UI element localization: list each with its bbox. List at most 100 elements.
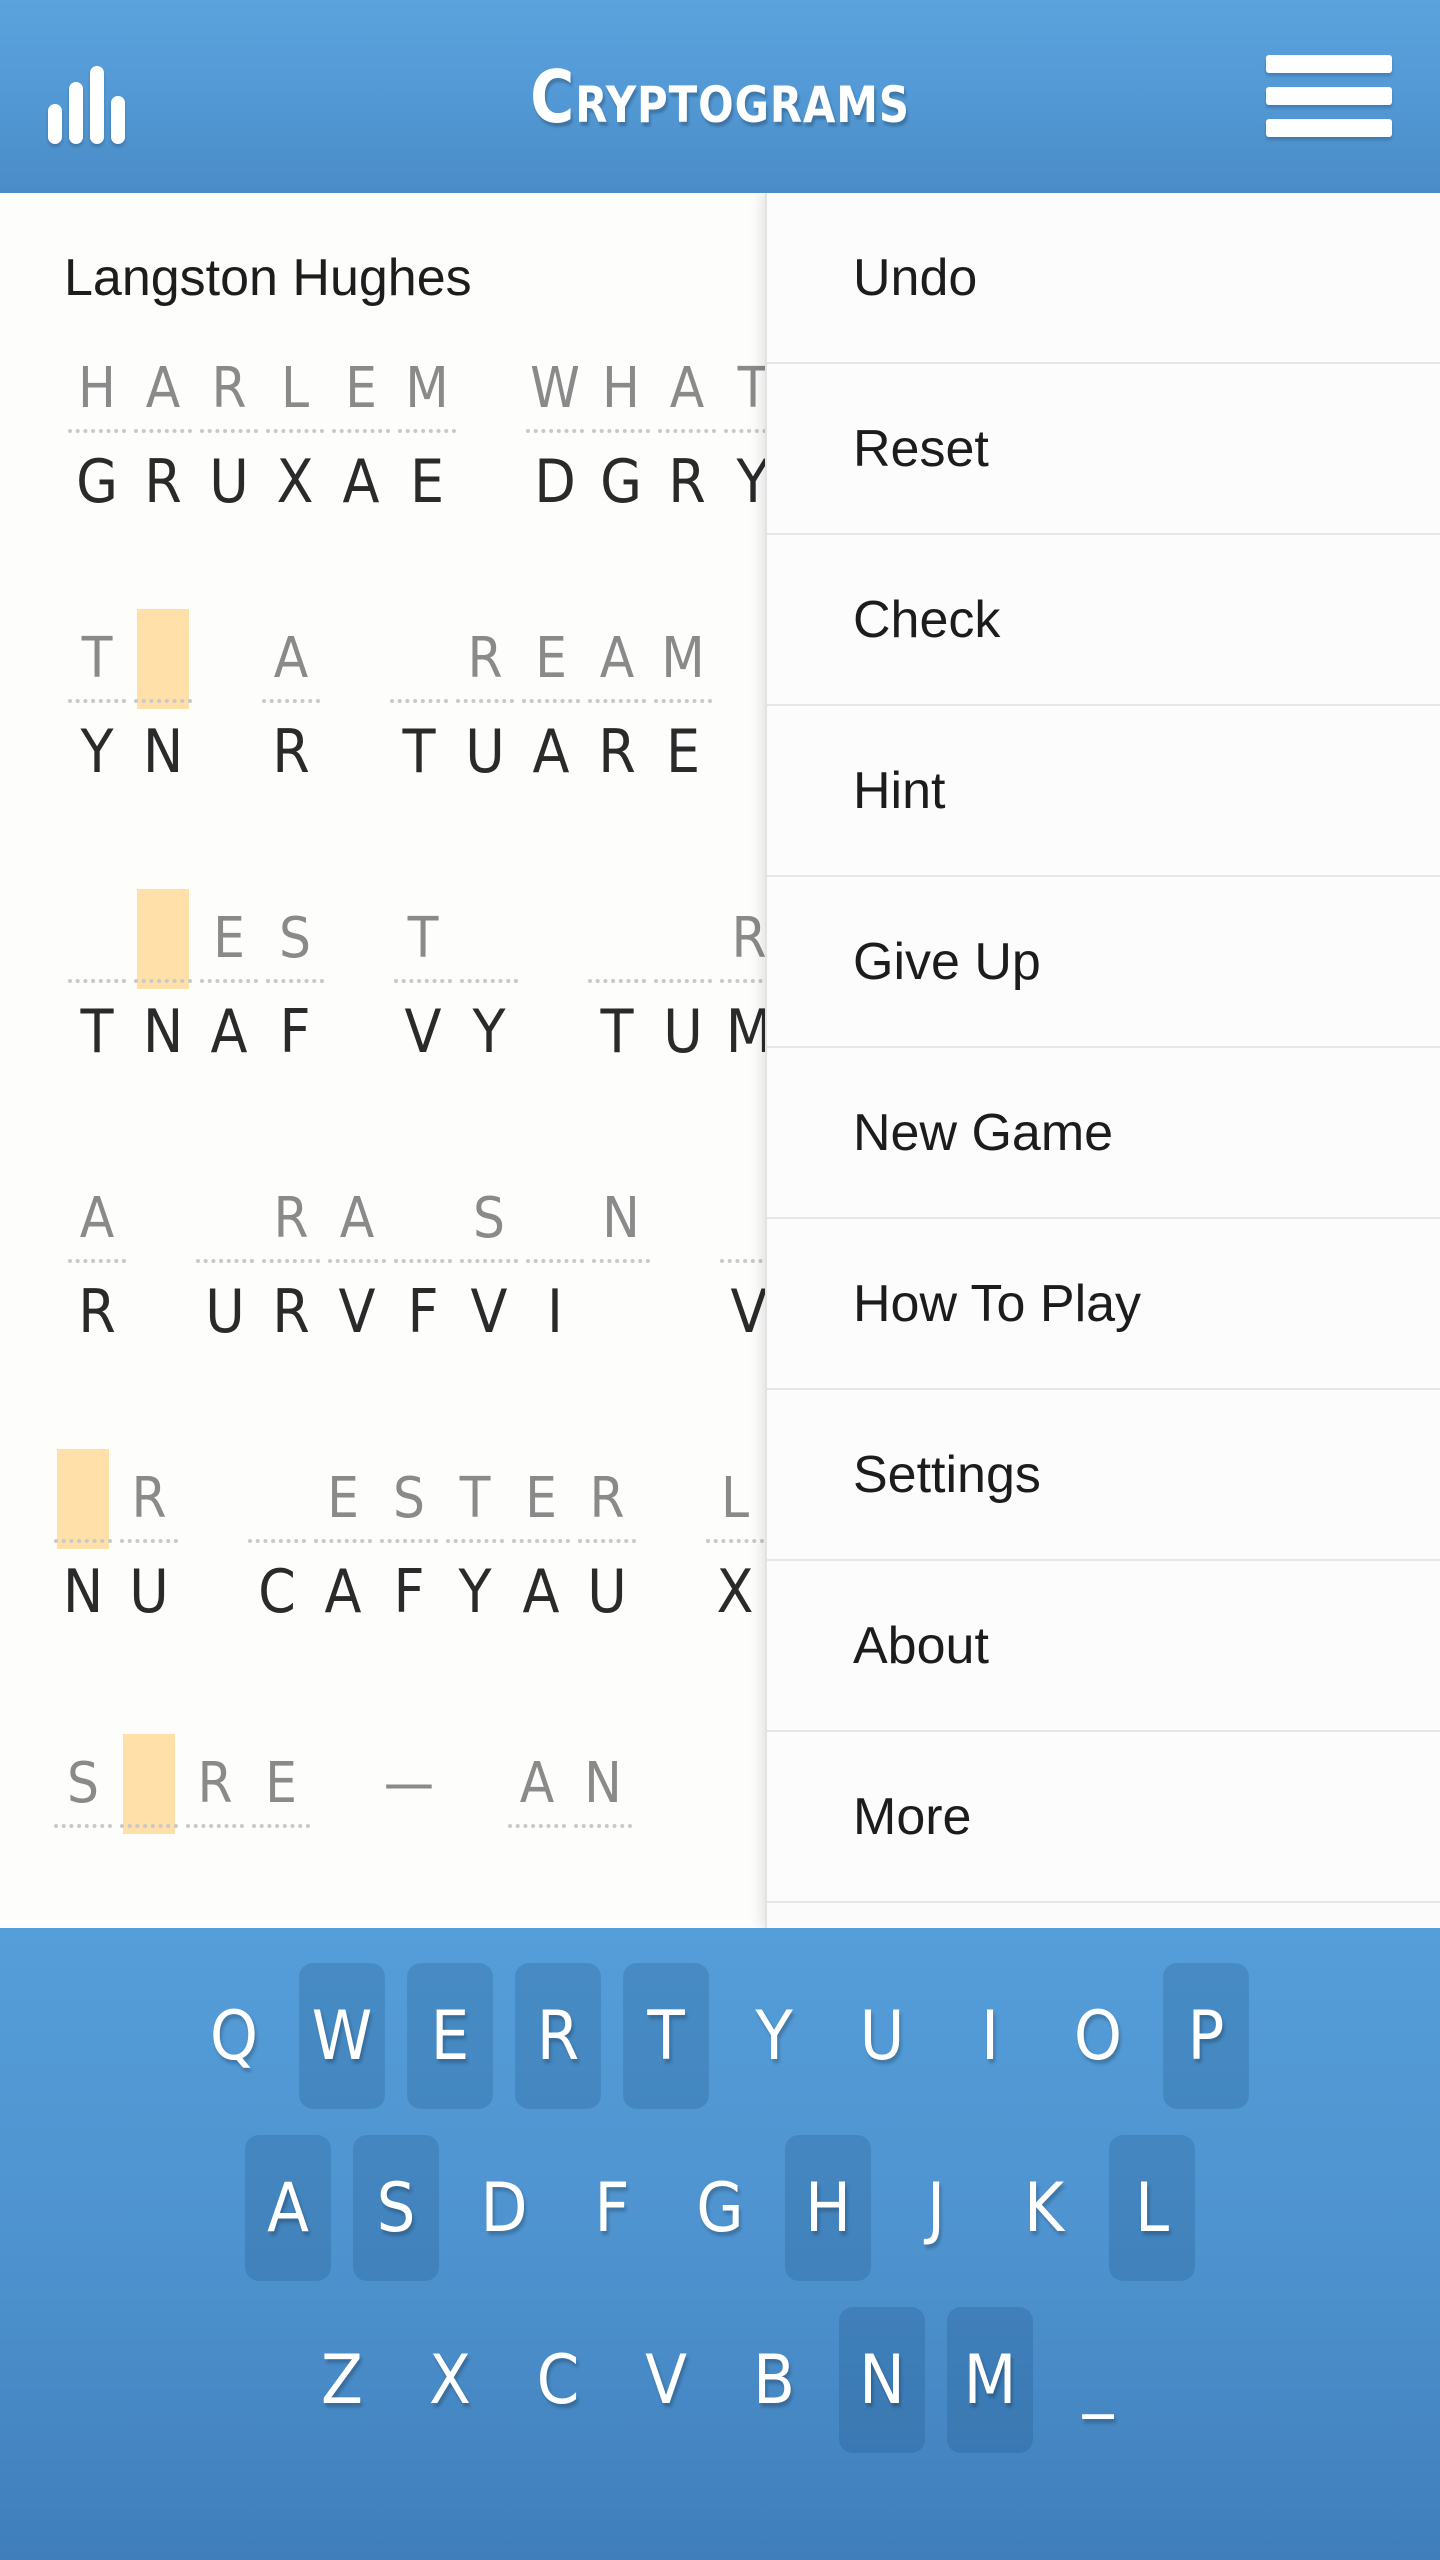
- key-z[interactable]: Z: [299, 2307, 385, 2453]
- key-k[interactable]: K: [1001, 2135, 1087, 2281]
- key-a[interactable]: A: [245, 2135, 331, 2281]
- menu-item-check[interactable]: Check: [767, 535, 1440, 706]
- puzzle-punctuation-cell: —: [376, 1748, 442, 1915]
- puzzle-letter-cell[interactable]: SF: [376, 1463, 442, 1631]
- key-p[interactable]: P: [1163, 1963, 1249, 2109]
- key-b[interactable]: B: [731, 2307, 817, 2453]
- puzzle-letter-cell[interactable]: RU: [116, 1463, 182, 1631]
- key-r[interactable]: R: [515, 1963, 601, 2109]
- puzzle-letter-cell[interactable]: AR: [130, 353, 196, 521]
- puzzle-letter-cell[interactable]: RR: [258, 1183, 324, 1351]
- puzzle-letter-cell[interactable]: LX: [702, 1463, 768, 1631]
- hamburger-menu-icon[interactable]: [1266, 55, 1392, 137]
- key-g[interactable]: G: [677, 2135, 763, 2281]
- menu-item-settings[interactable]: Settings: [767, 1390, 1440, 1561]
- puzzle-letter-cell[interactable]: T: [386, 623, 452, 791]
- puzzle-letter-cell[interactable]: RU: [196, 353, 262, 521]
- plaintext-letter: N: [588, 1183, 654, 1255]
- plaintext-letter: H: [64, 353, 130, 425]
- puzzle-letter-cell[interactable]: TV: [390, 903, 456, 1071]
- puzzle-letter-cell[interactable]: EA: [310, 1463, 376, 1631]
- puzzle-letter-cell[interactable]: AR: [64, 1183, 130, 1351]
- key-f[interactable]: F: [569, 2135, 655, 2281]
- menu-item-label: More: [853, 1787, 971, 1847]
- key-t[interactable]: T: [623, 1963, 709, 2109]
- key-v[interactable]: V: [623, 2307, 709, 2453]
- puzzle-letter-cell[interactable]: N: [130, 623, 196, 791]
- puzzle-letter-cell[interactable]: EA: [518, 623, 584, 791]
- menu-item-undo[interactable]: Undo: [767, 193, 1440, 364]
- puzzle-letter-cell[interactable]: ME: [394, 353, 460, 521]
- options-menu-panel[interactable]: UndoResetCheckHintGive UpNew GameHow To …: [765, 193, 1440, 1928]
- menu-item-give-up[interactable]: Give Up: [767, 877, 1440, 1048]
- puzzle-letter-cell[interactable]: S: [50, 1748, 116, 1916]
- puzzle-letter-cell[interactable]: AR: [258, 623, 324, 791]
- key-space[interactable]: _: [1055, 2307, 1141, 2453]
- puzzle-letter-cell[interactable]: N: [50, 1463, 116, 1631]
- plaintext-letter: [522, 1183, 588, 1255]
- ciphertext-letter: R: [130, 443, 196, 521]
- puzzle-letter-cell[interactable]: [116, 1748, 182, 1916]
- ciphertext-letter: N: [130, 993, 196, 1071]
- key-e[interactable]: E: [407, 1963, 493, 2109]
- key-x[interactable]: X: [407, 2307, 493, 2453]
- puzzle-letter-cell[interactable]: TY: [442, 1463, 508, 1631]
- puzzle-letter-cell[interactable]: HG: [588, 353, 654, 521]
- ciphertext-letter: T: [584, 993, 650, 1071]
- puzzle-letter-cell[interactable]: WD: [522, 353, 588, 521]
- menu-item-reset[interactable]: Reset: [767, 364, 1440, 535]
- puzzle-letter-cell[interactable]: ME: [650, 623, 716, 791]
- menu-item-more[interactable]: More: [767, 1732, 1440, 1903]
- puzzle-letter-cell[interactable]: U: [650, 903, 716, 1071]
- puzzle-letter-cell[interactable]: U: [192, 1183, 258, 1351]
- key-s[interactable]: S: [353, 2135, 439, 2281]
- key-h[interactable]: H: [785, 2135, 871, 2281]
- key-w[interactable]: W: [299, 1963, 385, 2109]
- puzzle-letter-cell[interactable]: RU: [574, 1463, 640, 1631]
- puzzle-letter-cell[interactable]: HG: [64, 353, 130, 521]
- puzzle-letter-cell[interactable]: N: [570, 1748, 636, 1916]
- puzzle-letter-cell[interactable]: N: [130, 903, 196, 1071]
- puzzle-letter-cell[interactable]: LX: [262, 353, 328, 521]
- puzzle-letter-cell[interactable]: I: [522, 1183, 588, 1351]
- puzzle-letter-cell[interactable]: AR: [584, 623, 650, 791]
- key-u[interactable]: U: [839, 1963, 925, 2109]
- key-c[interactable]: C: [515, 2307, 601, 2453]
- puzzle-letter-cell[interactable]: EA: [328, 353, 394, 521]
- menu-item-about[interactable]: About: [767, 1561, 1440, 1732]
- puzzle-letter-cell[interactable]: EA: [196, 903, 262, 1071]
- puzzle-letter-cell[interactable]: TY: [64, 623, 130, 791]
- key-j[interactable]: J: [893, 2135, 979, 2281]
- puzzle-letter-cell[interactable]: E: [248, 1748, 314, 1916]
- puzzle-letter-cell[interactable]: Y: [456, 903, 522, 1071]
- on-screen-keyboard[interactable]: QWERTYUIOP ASDFGHJKL ZXCVBNM_: [0, 1928, 1440, 2560]
- puzzle-letter-cell[interactable]: AV: [324, 1183, 390, 1351]
- menu-item-hint[interactable]: Hint: [767, 706, 1440, 877]
- key-n[interactable]: N: [839, 2307, 925, 2453]
- ciphertext-letter: [116, 1838, 182, 1916]
- puzzle-letter-cell[interactable]: AR: [654, 353, 720, 521]
- menu-item-how-to-play[interactable]: How To Play: [767, 1219, 1440, 1390]
- menu-item-new-game[interactable]: New Game: [767, 1048, 1440, 1219]
- puzzle-letter-cell[interactable]: SF: [262, 903, 328, 1071]
- puzzle-letter-cell[interactable]: T: [584, 903, 650, 1071]
- puzzle-letter-cell[interactable]: RU: [452, 623, 518, 791]
- cell-dotted-rule: [588, 979, 646, 983]
- key-o[interactable]: O: [1055, 1963, 1141, 2109]
- key-l[interactable]: L: [1109, 2135, 1195, 2281]
- key-d[interactable]: D: [461, 2135, 547, 2281]
- puzzle-letter-cell[interactable]: SV: [456, 1183, 522, 1351]
- cell-dotted-rule: [200, 979, 258, 983]
- key-i[interactable]: I: [947, 1963, 1033, 2109]
- puzzle-letter-cell[interactable]: A: [504, 1748, 570, 1916]
- puzzle-letter-cell[interactable]: R: [182, 1748, 248, 1916]
- key-m[interactable]: M: [947, 2307, 1033, 2453]
- key-y[interactable]: Y: [731, 1963, 817, 2109]
- puzzle-letter-cell[interactable]: C: [244, 1463, 310, 1631]
- puzzle-letter-cell[interactable]: N: [588, 1183, 654, 1351]
- key-q[interactable]: Q: [191, 1963, 277, 2109]
- puzzle-letter-cell[interactable]: F: [390, 1183, 456, 1351]
- statistics-button[interactable]: [48, 48, 148, 144]
- puzzle-letter-cell[interactable]: EA: [508, 1463, 574, 1631]
- puzzle-letter-cell[interactable]: T: [64, 903, 130, 1071]
